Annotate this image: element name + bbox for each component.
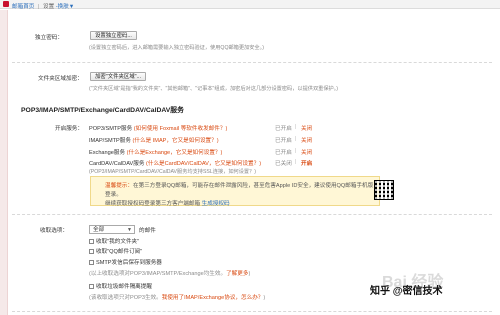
service-name: CardDAV/CalDAV服务 bbox=[89, 161, 145, 167]
receive-range-suffix: 的邮件 bbox=[139, 228, 156, 234]
breadcrumb: 邮箱首页 | 设置 -换肤▼ bbox=[12, 2, 74, 10]
service-name: POP3/SMTP服务 bbox=[89, 126, 133, 132]
option-row: 收取"我的文件夹" bbox=[89, 237, 139, 245]
status-separator: | bbox=[295, 136, 297, 142]
service-status: 已关闭 bbox=[275, 161, 292, 167]
receive-options-label: 收取选项： bbox=[40, 228, 68, 234]
receive-range-select[interactable]: 全部 ▼ bbox=[89, 225, 135, 234]
breadcrumb-separator: | bbox=[37, 3, 40, 10]
receive-note: (以上收取选项对POP3/IMAP/SMTP/Exchange均生效。了解更多) bbox=[89, 269, 250, 277]
skin-menu-link[interactable]: -换肤▼ bbox=[56, 4, 75, 10]
note-text: (以上收取选项对POP3/IMAP/SMTP/Exchange均生效。 bbox=[89, 271, 227, 277]
pop3-only-note: (该收取选项只对POP3生效。我使用了IMAP/Exchange协议，怎么办？) bbox=[89, 293, 265, 301]
checkbox[interactable] bbox=[89, 260, 94, 266]
option-label: 收取垃圾邮件隔离提醒 bbox=[96, 284, 152, 290]
service-name: IMAP/SMTP服务 bbox=[89, 138, 131, 144]
left-edge-strip bbox=[0, 10, 8, 315]
set-standalone-password-button[interactable]: 设置独立密码... bbox=[90, 31, 137, 40]
checkbox[interactable] bbox=[89, 249, 94, 255]
ssl-hint: (POP3/IMAP/SMTP/CardDAV/CalDAV服务均支持SSL连接… bbox=[89, 169, 256, 175]
service-exchange: Exchange服务 (什么是Exchange，它又是如何设置？) bbox=[89, 148, 222, 156]
breadcrumb-settings[interactable]: 设置 bbox=[43, 4, 54, 10]
service-status: 已开启 bbox=[275, 150, 292, 156]
status-separator: | bbox=[295, 159, 297, 165]
zhihu-watermark: 知乎 @密信技术 bbox=[370, 286, 443, 297]
carddav-toggle-link[interactable]: 开启 bbox=[301, 159, 312, 167]
service-name: Exchange服务 bbox=[89, 150, 126, 156]
divider bbox=[12, 311, 492, 312]
pop3-toggle-link[interactable]: 关闭 bbox=[301, 124, 312, 132]
service-help-link[interactable]: (如何使用 Foxmail 等软件收发邮件？) bbox=[134, 126, 228, 132]
tip-body: 在第三方登录QQ邮箱，可能存在邮件泄露风险，甚至危害Apple ID安全，建议使… bbox=[105, 183, 374, 198]
section-title: POP3/IMAP/SMTP/Exchange/CardDAV/CalDAV服务 bbox=[21, 107, 184, 114]
status-separator: | bbox=[295, 124, 297, 130]
checkbox[interactable] bbox=[89, 284, 94, 290]
option-row: 收取"QQ邮件订阅" bbox=[89, 247, 142, 255]
divider bbox=[12, 214, 492, 215]
option-label: SMTP发信后保存到服务器 bbox=[96, 260, 162, 266]
option-label: 收取"我的文件夹" bbox=[96, 239, 140, 245]
service-help-link[interactable]: (什么是Exchange，它又是如何设置？) bbox=[127, 150, 223, 156]
divider bbox=[12, 62, 492, 63]
tip-text: 温馨提示：在第三方登录QQ邮箱，可能存在邮件泄露风险，甚至危害Apple ID安… bbox=[105, 182, 375, 209]
note-end: ) bbox=[263, 295, 266, 301]
exchange-toggle-link[interactable]: 关闭 bbox=[301, 148, 312, 156]
option-row: 收取垃圾邮件隔离提醒 bbox=[89, 282, 152, 290]
note-end: ) bbox=[248, 271, 251, 277]
service-help-link[interactable]: (什么是CardDAV/CalDAV，它又是如何设置？) bbox=[146, 161, 261, 167]
qr-code-icon bbox=[374, 180, 394, 200]
imap-toggle-link[interactable]: 关闭 bbox=[301, 136, 312, 144]
select-value: 全部 bbox=[93, 227, 105, 233]
breadcrumb-home-link[interactable]: 邮箱首页 bbox=[12, 4, 34, 10]
mail-logo-icon bbox=[3, 1, 9, 7]
enable-service-label: 开启服务： bbox=[55, 126, 83, 132]
tip-prefix: 温馨提示： bbox=[105, 183, 133, 189]
encrypt-folder-area-button[interactable]: 加密"文件夹区域"... bbox=[90, 72, 147, 81]
service-status: 已开启 bbox=[275, 138, 292, 144]
standalone-password-hint: (设置独立密码后，进入邮箱需要输入独立密码验证，使用QQ邮箱更加安全。) bbox=[89, 45, 264, 51]
generate-auth-code-link[interactable]: 生成授权码 bbox=[202, 201, 230, 207]
imap-help-link[interactable]: 我使用了IMAP/Exchange协议，怎么办？ bbox=[162, 295, 264, 301]
learn-more-link[interactable]: 了解更多 bbox=[226, 271, 248, 277]
status-separator: | bbox=[295, 148, 297, 154]
security-tip-box: 温馨提示：在第三方登录QQ邮箱，可能存在邮件泄露风险，甚至危害Apple ID安… bbox=[90, 176, 380, 209]
option-label: 收取"QQ邮件订阅" bbox=[96, 249, 143, 255]
service-pop3-smtp: POP3/SMTP服务 (如何使用 Foxmail 等软件收发邮件？) bbox=[89, 124, 227, 132]
folder-encryption-label: 文件夹区域加密： bbox=[38, 76, 83, 82]
top-bar: 邮箱首页 | 设置 -换肤▼ bbox=[0, 0, 500, 10]
note-text: (该收取选项只对POP3生效。 bbox=[89, 295, 162, 301]
service-help-link[interactable]: (什么是 IMAP，它又是如何设置？) bbox=[133, 138, 219, 144]
service-imap-smtp: IMAP/SMTP服务 (什么是 IMAP，它又是如何设置？) bbox=[89, 136, 219, 144]
chevron-down-icon: ▼ bbox=[127, 227, 132, 233]
service-status: 已开启 bbox=[275, 126, 292, 132]
standalone-password-label: 独立密码： bbox=[35, 35, 63, 41]
service-carddav-caldav: CardDAV/CalDAV服务 (什么是CardDAV/CalDAV，它又是如… bbox=[89, 159, 261, 167]
option-row: SMTP发信后保存到服务器 bbox=[89, 258, 162, 266]
checkbox[interactable] bbox=[89, 239, 94, 245]
folder-encryption-hint: ("文件夹区域"是指"我的文件夹"、"其他邮箱"、"记事本"组成，加密后对这几部… bbox=[89, 86, 339, 92]
tip-line2: 继续获取授权码登录第三方客户端邮箱 bbox=[105, 201, 201, 207]
